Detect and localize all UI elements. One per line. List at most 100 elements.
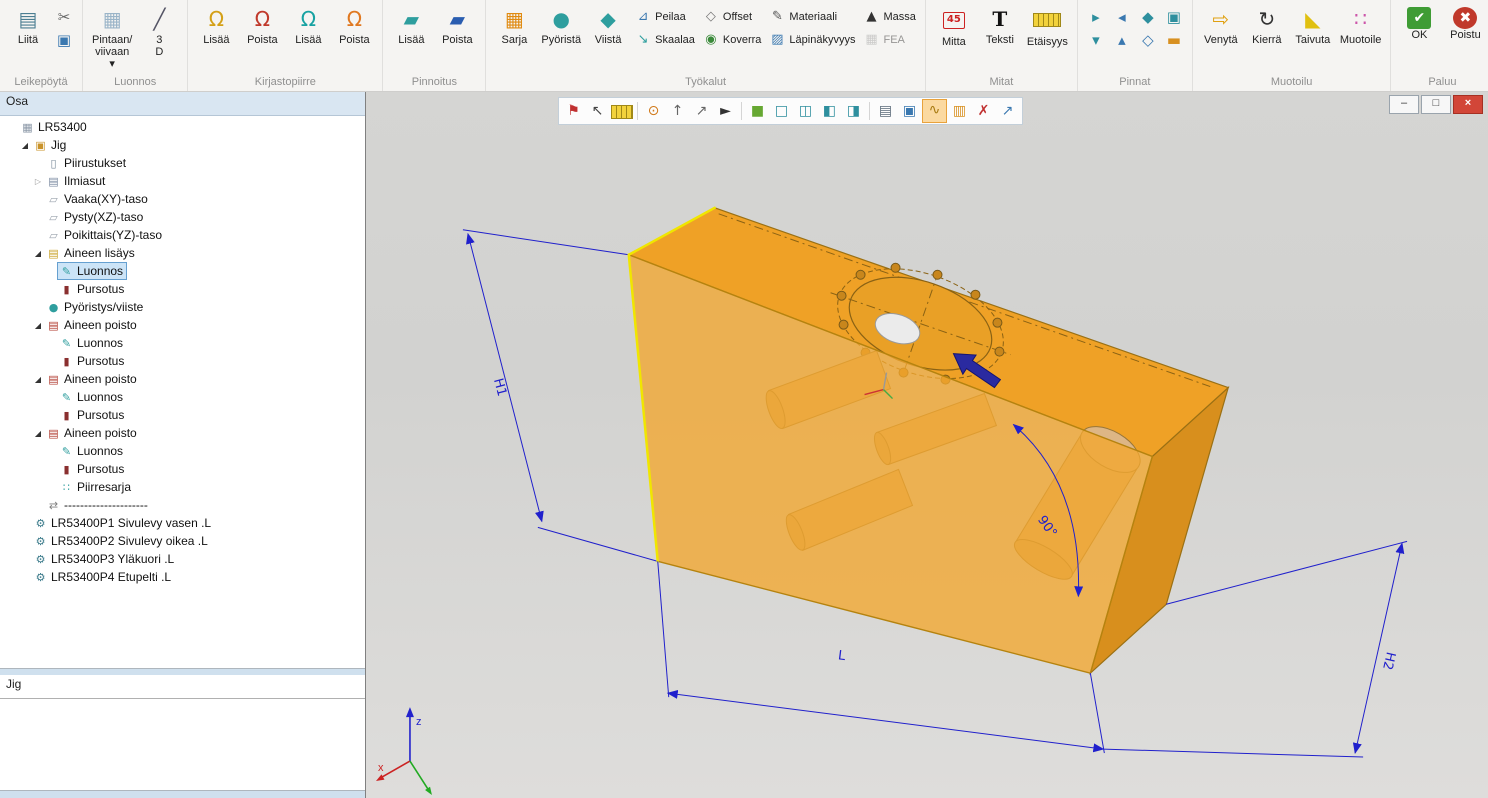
3d-scene[interactable]: H1 [366, 92, 1488, 798]
tree-item[interactable]: ⚙LR53400P4 Etupelti .L [0, 568, 365, 586]
tree-item[interactable]: ▮Pursotus [0, 460, 365, 478]
tree-item[interactable]: ◢▤Aineen poisto [0, 316, 365, 334]
poistu-button[interactable]: ✖Poistu [1443, 3, 1487, 67]
tree-item[interactable]: ▮Pursotus [0, 406, 365, 424]
drawer-icon[interactable]: ▥ [948, 100, 971, 122]
export-view-icon[interactable]: ↗ [996, 100, 1019, 122]
mitta-button[interactable]: 45Mitta [932, 3, 976, 67]
panel-splitter[interactable] [0, 668, 365, 675]
tree-item[interactable]: ▱Pysty(XZ)-taso [0, 208, 365, 226]
tree-item[interactable]: ▱Vaaka(XY)-taso [0, 190, 365, 208]
view-transparent-icon[interactable]: ◨ [842, 100, 865, 122]
kolme-d-button[interactable]: ╱3 D [137, 3, 181, 67]
pinta-tyokalu-5-button[interactable]: ◆ [1136, 6, 1160, 27]
skaalaa-button[interactable]: ↘Skaalaa [632, 29, 698, 50]
tree-item[interactable]: ✎Luonnos [0, 334, 365, 352]
delete-icon[interactable]: ✗ [972, 100, 995, 122]
tree-item[interactable]: ◢▣Jig [0, 136, 365, 154]
venyta-button[interactable]: ⇨Venytä [1199, 3, 1243, 67]
measure-ruler-icon[interactable] [610, 100, 633, 122]
expanded-arrow-icon[interactable]: ◢ [32, 375, 44, 384]
kierra-button[interactable]: ↻Kierrä [1245, 3, 1289, 67]
sarja-button[interactable]: ▦Sarja [492, 3, 536, 67]
pinta-tyokalu-3-button[interactable]: ◂ [1110, 6, 1134, 27]
liita-button[interactable]: ▤Liitä [6, 3, 50, 67]
spline-icon[interactable]: ∿ [922, 99, 947, 123]
tree-item[interactable]: ⚙LR53400P3 Yläkuori .L [0, 550, 365, 568]
tree-item[interactable]: ⚙LR53400P2 Sivulevy oikea .L [0, 532, 365, 550]
kopioi-button[interactable]: ▣ [52, 29, 76, 50]
tree-item[interactable]: ✎Luonnos [0, 262, 365, 280]
lapinakyvyys-button[interactable]: ▨Läpinäkyvyys [766, 29, 858, 50]
model-box[interactable] [629, 208, 1228, 673]
koverra-button[interactable]: ◉Koverra [700, 29, 765, 50]
poista-pinnoitus-button[interactable]: ▰Poista [435, 3, 479, 67]
tree-item[interactable]: ◢▤Aineen poisto [0, 424, 365, 442]
tree-item[interactable]: ⚙LR53400P1 Sivulevy vasen .L [0, 514, 365, 532]
tree-item[interactable]: ▱Poikittais(YZ)-taso [0, 226, 365, 244]
collapsed-arrow-icon[interactable]: ▷ [32, 177, 44, 186]
view-wireframe-icon[interactable]: □ [770, 100, 793, 122]
pick-cursor-icon[interactable]: ► [714, 100, 737, 122]
materiaali-button[interactable]: ✎Materiaali [766, 6, 858, 27]
fea-button[interactable]: ▦FEA [860, 29, 918, 50]
remove-material-icon: ▤ [46, 427, 61, 440]
tree-item[interactable]: ✎Luonnos [0, 388, 365, 406]
minimize-button[interactable]: – [1389, 95, 1419, 114]
expanded-arrow-icon[interactable]: ◢ [32, 429, 44, 438]
expanded-arrow-icon[interactable]: ◢ [32, 321, 44, 330]
tree-item[interactable]: ∷Piirresarja [0, 478, 365, 496]
close-button[interactable]: × [1453, 95, 1483, 114]
poista-piirresarja-button[interactable]: ΩPoista [332, 3, 376, 67]
tree-item[interactable]: ✎Luonnos [0, 442, 365, 460]
poista-kirjastopiirre-button[interactable]: ΩPoista [240, 3, 284, 67]
expanded-arrow-icon[interactable]: ◢ [19, 141, 31, 150]
leikkaa-button[interactable]: ✂ [52, 6, 76, 27]
select-frame-icon[interactable]: ↖ [586, 100, 609, 122]
tree-item[interactable]: ▦LR53400 [0, 118, 365, 136]
taivuta-button[interactable]: ◣Taivuta [1291, 3, 1335, 67]
pinta-tyokalu-8-button[interactable]: ▬ [1162, 29, 1186, 50]
snap-angle-icon[interactable]: ↗ [690, 100, 713, 122]
lisaa-kirjastopiirre-button[interactable]: ΩLisää [194, 3, 238, 67]
maximize-button[interactable]: □ [1421, 95, 1451, 114]
snap-point-icon[interactable]: ⊙ [642, 100, 665, 122]
tree-item[interactable]: ◢▤Aineen lisäys [0, 244, 365, 262]
dimension-h1[interactable]: H1 [463, 230, 658, 562]
view-hidden-line-icon[interactable]: ◫ [794, 100, 817, 122]
pinta-tyokalu-4-button[interactable]: ▴ [1110, 29, 1134, 50]
tree-item[interactable]: ◢▤Aineen poisto [0, 370, 365, 388]
tree-item[interactable]: ▮Pursotus [0, 280, 365, 298]
copy-view-icon[interactable]: ▣ [898, 100, 921, 122]
tree-item[interactable]: ▯Piirustukset [0, 154, 365, 172]
sheet-icon[interactable]: ▤ [874, 100, 897, 122]
lisaa-piirresarja-button[interactable]: ΩLisää [286, 3, 330, 67]
offset-button[interactable]: ◇Offset [700, 6, 765, 27]
expanded-arrow-icon[interactable]: ◢ [32, 249, 44, 258]
pintaan-viivaan-button[interactable]: ▦Pintaan/ viivaan ▾ [89, 3, 135, 67]
ok-button[interactable]: ✔OK [1397, 3, 1441, 67]
view-shaded-icon[interactable]: ■ [746, 100, 769, 122]
pin-icon[interactable]: ⚑ [562, 100, 585, 122]
pinta-tyokalu-2-button[interactable]: ▾ [1084, 29, 1108, 50]
viewport[interactable]: H1 [366, 92, 1488, 798]
tree-item-box: ▤Aineen poisto [44, 370, 141, 388]
massa-button[interactable]: ▲Massa [860, 6, 918, 27]
tree-item[interactable]: ●Pyöristys/viiste [0, 298, 365, 316]
pinta-tyokalu-6-button[interactable]: ◇ [1136, 29, 1160, 50]
teksti-button[interactable]: TTeksti [978, 3, 1022, 67]
snap-vertical-icon[interactable]: ↑ [666, 100, 689, 122]
panel-bottom-splitter[interactable] [0, 790, 365, 798]
tree-item[interactable]: ▮Pursotus [0, 352, 365, 370]
etaisyys-button[interactable]: Etäisyys [1024, 3, 1071, 67]
pinta-tyokalu-1-button[interactable]: ▸ [1084, 6, 1108, 27]
pyorista-button[interactable]: ●Pyöristä [538, 3, 584, 67]
lisaa-pinnoitus-button[interactable]: ▰Lisää [389, 3, 433, 67]
tree-item[interactable]: ⇄--------------------- [0, 496, 365, 514]
pinta-tyokalu-7-button[interactable]: ▣ [1162, 6, 1186, 27]
viista-button[interactable]: ◆Viistä [586, 3, 630, 67]
tree-item[interactable]: ▷▤Ilmiasut [0, 172, 365, 190]
view-half-section-icon[interactable]: ◧ [818, 100, 841, 122]
muotoile-button[interactable]: ∷Muotoile [1337, 3, 1385, 67]
peilaa-button[interactable]: ⊿Peilaa [632, 6, 698, 27]
